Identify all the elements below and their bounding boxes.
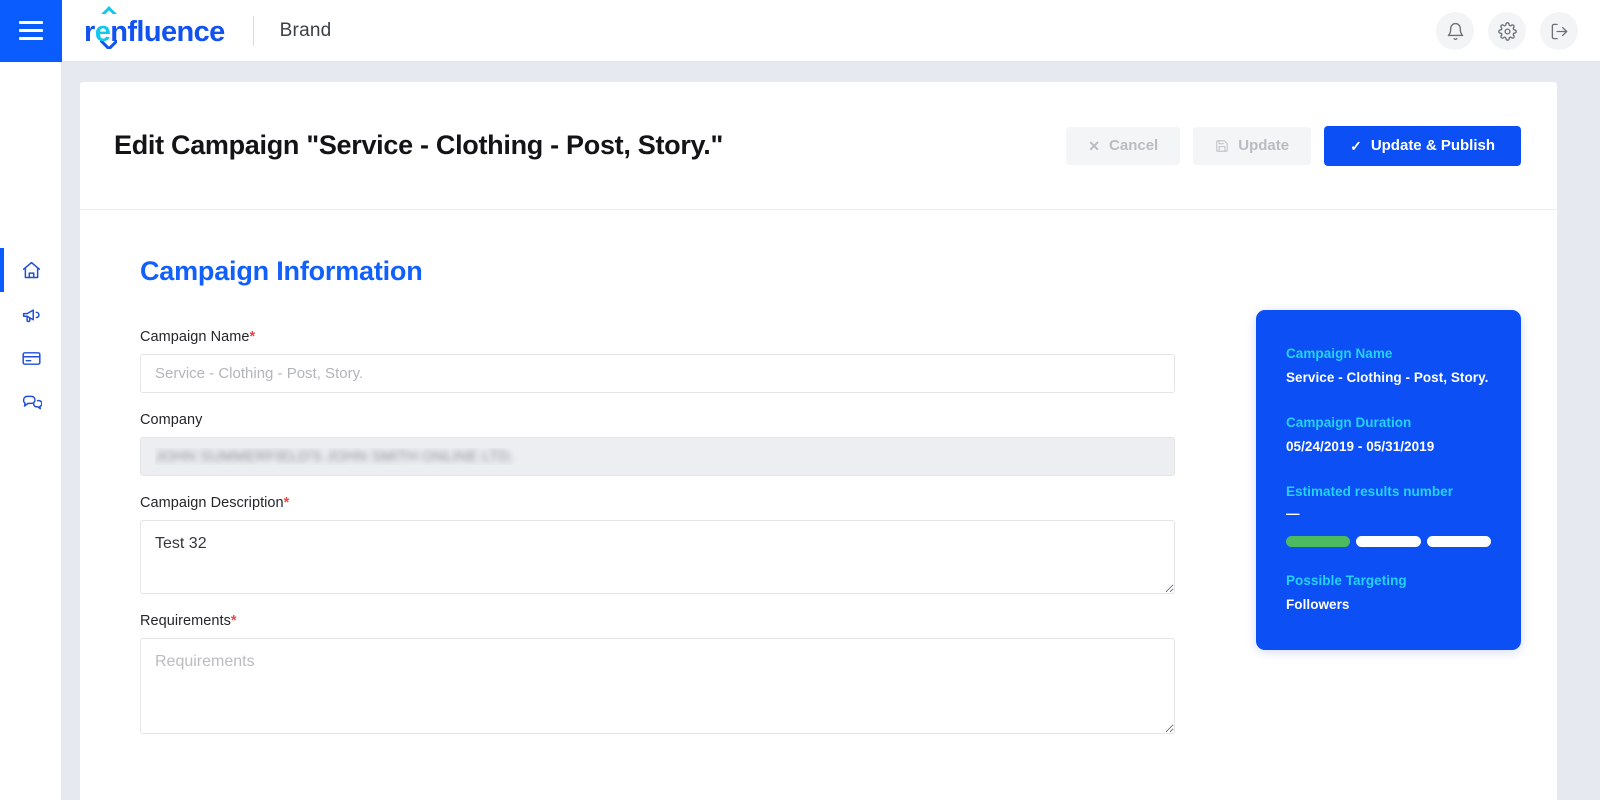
logout-icon bbox=[1551, 23, 1567, 39]
section-title: Campaign Information bbox=[140, 256, 423, 286]
field-campaign-name: Campaign Name* bbox=[140, 329, 1175, 393]
home-icon bbox=[22, 261, 40, 278]
chat-icon bbox=[22, 395, 42, 409]
update-and-publish-button-label: Update & Publish bbox=[1370, 137, 1495, 154]
sidebar-item-messages[interactable] bbox=[0, 380, 62, 424]
close-icon: ✕ bbox=[1088, 137, 1101, 154]
logo-chevron-up-icon bbox=[100, 6, 117, 14]
sidebar-item-campaigns[interactable] bbox=[0, 292, 62, 336]
credit-card-icon bbox=[21, 351, 41, 365]
sidebar bbox=[0, 62, 62, 800]
gear-icon bbox=[1497, 21, 1517, 41]
topbar-actions bbox=[1436, 0, 1578, 62]
campaign-name-label: Campaign Name* bbox=[140, 329, 1175, 345]
form-column: Campaign Name* Company Campaign Descript… bbox=[140, 329, 1175, 734]
summary-name-label: Campaign Name bbox=[1286, 346, 1393, 361]
top-bar: renfluence Brand bbox=[0, 0, 1600, 62]
summary-duration-label: Campaign Duration bbox=[1286, 414, 1412, 430]
logo-text-post: nfluence bbox=[110, 15, 225, 48]
page-title: Edit Campaign "Service - Clothing - Post… bbox=[114, 130, 723, 160]
save-icon bbox=[1216, 139, 1229, 152]
page-area: Edit Campaign "Service - Clothing - Post… bbox=[62, 62, 1600, 800]
check-icon: ✓ bbox=[1350, 137, 1362, 154]
campaign-name-label-text: Campaign Name bbox=[140, 329, 250, 345]
header-actions: ✕ Cancel Update ✓ Update & Publish bbox=[1066, 125, 1521, 166]
summary-name-block: Campaign Name Service - Clothing - Post,… bbox=[1286, 346, 1491, 389]
bell-icon bbox=[1447, 22, 1463, 40]
megaphone-icon bbox=[22, 308, 40, 322]
cancel-button[interactable]: ✕ Cancel bbox=[1066, 126, 1181, 165]
summary-estimated-block: Estimated results number — bbox=[1286, 484, 1491, 548]
required-marker: * bbox=[283, 495, 290, 511]
summary-estimated-value: — bbox=[1286, 505, 1300, 521]
hamburger-bar bbox=[19, 37, 43, 40]
summary-duration-value: 05/24/2019 - 05/31/2019 bbox=[1286, 438, 1435, 454]
field-company: Company bbox=[140, 412, 1175, 476]
summary-name-value: Service - Clothing - Post, Story. bbox=[1286, 370, 1489, 385]
cancel-button-label: Cancel bbox=[1109, 137, 1159, 154]
summary-targeting-value: Followers bbox=[1286, 597, 1350, 613]
field-campaign-description: Campaign Description* bbox=[140, 495, 1175, 594]
requirements-textarea[interactable] bbox=[140, 638, 1175, 734]
hamburger-icon[interactable] bbox=[0, 0, 62, 62]
campaign-name-input[interactable] bbox=[140, 354, 1175, 393]
campaign-description-textarea[interactable] bbox=[140, 520, 1175, 594]
notifications-button[interactable] bbox=[1436, 12, 1474, 50]
logout-button[interactable] bbox=[1540, 12, 1578, 50]
campaign-description-label: Campaign Description* bbox=[140, 495, 1175, 511]
campaign-description-label-text: Campaign Description bbox=[140, 495, 284, 511]
summary-targeting-block: Possible Targeting Followers bbox=[1286, 573, 1491, 616]
meter-segment bbox=[1286, 536, 1351, 548]
meter-segment bbox=[1426, 536, 1491, 548]
field-requirements: Requirements* bbox=[140, 613, 1175, 734]
brand-zone: renfluence Brand bbox=[62, 0, 331, 62]
company-input bbox=[140, 437, 1175, 476]
sidebar-item-home[interactable] bbox=[0, 248, 62, 292]
summary-duration-block: Campaign Duration 05/24/2019 - 05/31/201… bbox=[1286, 415, 1491, 458]
summary-targeting-label: Possible Targeting bbox=[1286, 573, 1407, 589]
brand-divider bbox=[252, 15, 254, 46]
summary-estimated-label: Estimated results number bbox=[1286, 483, 1453, 499]
required-marker: * bbox=[249, 329, 256, 345]
campaign-summary-card: Campaign Name Service - Clothing - Post,… bbox=[1256, 310, 1521, 651]
hamburger-bar bbox=[19, 21, 43, 24]
settings-button[interactable] bbox=[1488, 12, 1526, 50]
estimated-results-meter bbox=[1286, 536, 1491, 548]
update-button-label: Update bbox=[1238, 137, 1290, 154]
meter-segment bbox=[1356, 536, 1421, 548]
requirements-label: Requirements* bbox=[140, 613, 1175, 629]
content-card: Edit Campaign "Service - Clothing - Post… bbox=[80, 82, 1557, 800]
renfluence-logo[interactable]: renfluence bbox=[84, 15, 225, 47]
logo-text-e: e bbox=[94, 15, 111, 48]
requirements-label-text: Requirements bbox=[140, 613, 231, 629]
update-button[interactable]: Update bbox=[1193, 126, 1312, 165]
card-header: Edit Campaign "Service - Clothing - Post… bbox=[80, 82, 1557, 210]
logo-text-pre: r bbox=[84, 15, 95, 48]
sidebar-item-billing[interactable] bbox=[0, 336, 62, 380]
update-and-publish-button[interactable]: ✓ Update & Publish bbox=[1324, 125, 1521, 166]
brand-label: Brand bbox=[279, 19, 332, 41]
company-label: Company bbox=[140, 412, 203, 428]
required-marker: * bbox=[230, 613, 237, 629]
hamburger-bar bbox=[19, 29, 43, 32]
